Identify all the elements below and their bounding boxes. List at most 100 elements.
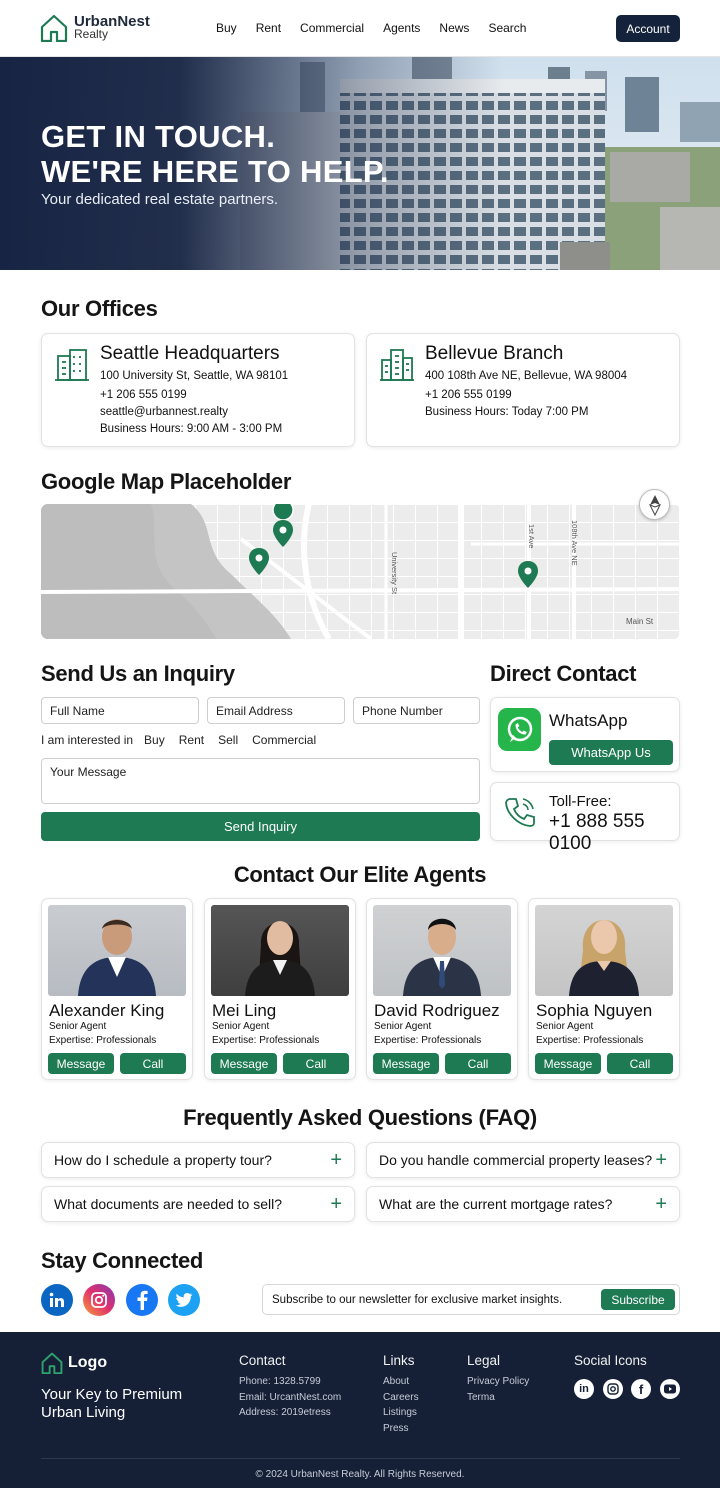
agent-name: Alexander King (49, 1001, 165, 1020)
office-address: 400 108th Ave NE, Bellevue, WA 98004 (425, 370, 628, 382)
agent-call-button[interactable]: Call (607, 1053, 673, 1074)
faq-item[interactable]: What are the current mortgage rates? + (366, 1186, 680, 1222)
brand-logo[interactable]: UrbanNest Realty (40, 14, 150, 42)
agent-photo (373, 905, 511, 996)
nav-commercial[interactable]: Commercial (300, 21, 364, 35)
subscribe-button[interactable]: Subscribe (601, 1289, 675, 1310)
footer-tagline-line1: Your Key to Premium (41, 1386, 183, 1403)
account-button[interactable]: Account (616, 15, 680, 42)
send-inquiry-button[interactable]: Send Inquiry (41, 812, 480, 841)
nav-agents[interactable]: Agents (383, 21, 420, 35)
whatsapp-label: WhatsApp (549, 711, 628, 730)
faq-item[interactable]: Do you handle commercial property leases… (366, 1142, 680, 1178)
agent-call-button[interactable]: Call (283, 1053, 349, 1074)
footer-logo-text: Logo (68, 1354, 108, 1371)
nav-news[interactable]: News (439, 21, 469, 35)
whatsapp-us-button[interactable]: WhatsApp Us (549, 740, 673, 765)
plus-icon[interactable]: + (655, 1193, 667, 1216)
footer-legal-title: Legal (467, 1353, 501, 1368)
site-footer: Logo Your Key to Premium Urban Living Co… (0, 1332, 720, 1488)
office-card-bellevue: Bellevue Branch 400 108th Ave NE, Bellev… (366, 333, 680, 447)
office-card-seattle: Seattle Headquarters 100 University St, … (41, 333, 355, 447)
footer-contact-title: Contact (239, 1353, 286, 1368)
map-embed[interactable]: 1st Ave 108th Ave NE University St Main … (41, 504, 680, 639)
hero-banner: GET IN TOUCH. WE'RE HERE TO HELP. Your de… (0, 57, 720, 270)
footer-link-press[interactable]: Press (383, 1421, 419, 1437)
tollfree-number[interactable]: +1 888 555 0100 (549, 811, 679, 855)
compass-icon[interactable] (639, 489, 670, 520)
agent-message-button[interactable]: Message (535, 1053, 601, 1074)
agent-call-button[interactable]: Call (120, 1053, 186, 1074)
footer-link-listings[interactable]: Listings (383, 1405, 419, 1421)
twitter-icon[interactable] (168, 1284, 200, 1316)
email-field[interactable]: Email Address (207, 697, 345, 724)
linkedin-icon[interactable] (41, 1284, 73, 1316)
agent-call-button[interactable]: Call (445, 1053, 511, 1074)
footer-divider (41, 1458, 680, 1459)
interest-rent[interactable]: Rent (179, 733, 204, 747)
instagram-icon[interactable] (83, 1284, 115, 1316)
tollfree-card: Toll-Free: +1 888 555 0100 (490, 782, 680, 854)
phone-field[interactable]: Phone Number (353, 697, 480, 724)
message-textarea[interactable]: Your Message (41, 758, 480, 804)
map-label-main: Main St (626, 617, 654, 626)
footer-tagline: Your Key to Premium Urban Living (41, 1386, 182, 1422)
agents-title: Contact Our Elite Agents (233, 862, 487, 887)
youtube-icon[interactable] (660, 1379, 680, 1399)
faq-question: Do you handle commercial property leases… (379, 1152, 653, 1168)
agent-message-button[interactable]: Message (373, 1053, 439, 1074)
office-phone[interactable]: +1 206 555 0199 (425, 387, 627, 404)
agent-name: Mei Ling (212, 1001, 277, 1020)
interest-sell[interactable]: Sell (218, 733, 238, 747)
footer-social-title: Social Icons (574, 1353, 647, 1368)
faq-question: What documents are needed to sell? (54, 1196, 283, 1212)
footer-tagline-line2: Urban Living (41, 1404, 126, 1421)
interest-buy[interactable]: Buy (144, 733, 165, 747)
office-hours: Business Hours: Today 7:00 PM (425, 406, 589, 418)
agent-expertise: Expertise: Professionals (536, 1035, 644, 1046)
building-icon (55, 349, 89, 381)
whatsapp-card: WhatsApp WhatsApp Us (490, 697, 680, 772)
plus-icon[interactable]: + (330, 1149, 342, 1172)
nav-search[interactable]: Search (488, 21, 526, 35)
agent-card: David Rodriguez Senior Agent Expertise: … (366, 898, 518, 1080)
footer-logo[interactable]: Logo (41, 1352, 107, 1374)
facebook-icon[interactable]: f (631, 1379, 651, 1399)
agent-message-button[interactable]: Message (48, 1053, 114, 1074)
phone-icon[interactable] (503, 795, 537, 829)
faq-item[interactable]: How do I schedule a property tour? + (41, 1142, 355, 1178)
main-nav: Buy Rent Commercial Agents News Search (216, 21, 545, 35)
nav-rent[interactable]: Rent (256, 21, 281, 35)
plus-icon[interactable]: + (655, 1149, 667, 1172)
stay-connected-title: Stay Connected (41, 1248, 204, 1273)
footer-link-about[interactable]: About (383, 1374, 419, 1390)
footer-contact: Contact Phone: 1328.5799 Email: UrcantNe… (239, 1353, 341, 1421)
linkedin-icon[interactable]: in (574, 1379, 594, 1399)
footer-contact-phone: Phone: 1328.5799 (239, 1376, 321, 1387)
plus-icon[interactable]: + (330, 1193, 342, 1216)
office-phone[interactable]: +1 206 555 0199 (100, 387, 288, 404)
full-name-field[interactable]: Full Name (41, 697, 199, 724)
agent-card: Alexander King Senior Agent Expertise: P… (41, 898, 193, 1080)
footer-link-careers[interactable]: Careers (383, 1390, 419, 1406)
nav-buy[interactable]: Buy (216, 21, 237, 35)
footer-link-terms[interactable]: Terma (467, 1390, 529, 1406)
footer-social: Social Icons in f (574, 1353, 694, 1403)
newsletter-box: Subscribe to our newsletter for exclusiv… (262, 1284, 680, 1315)
agent-message-button[interactable]: Message (211, 1053, 277, 1074)
office-name: Seattle Headquarters (100, 343, 280, 364)
map-label-108th: 108th Ave NE (570, 520, 579, 566)
office-address: 100 University St, Seattle, WA 98101 (100, 370, 289, 382)
faq-title: Frequently Asked Questions (FAQ) (183, 1105, 537, 1130)
hero-heading-line1: GET IN TOUCH. (41, 119, 276, 154)
footer-link-privacy[interactable]: Privacy Policy (467, 1374, 529, 1390)
faq-item[interactable]: What documents are needed to sell? + (41, 1186, 355, 1222)
interest-commercial[interactable]: Commercial (252, 733, 316, 747)
whatsapp-icon[interactable] (498, 708, 541, 751)
office-email[interactable]: seattle@urbannest.realty (100, 404, 288, 421)
footer-legal: Legal Privacy Policy Terma (467, 1353, 529, 1405)
instagram-icon[interactable] (603, 1379, 623, 1399)
agent-role: Senior Agent (536, 1021, 594, 1032)
footer-links-title: Links (383, 1353, 415, 1368)
facebook-icon[interactable] (126, 1284, 158, 1316)
